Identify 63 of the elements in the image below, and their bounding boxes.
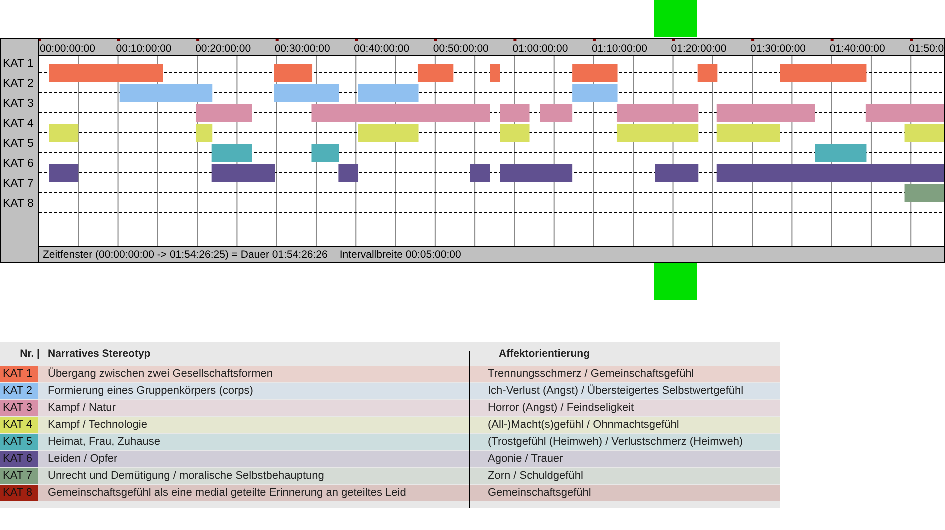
table-cell-text: Kampf / Technologie [47, 419, 148, 431]
table-cell-text: Formierung eines Gruppenkörpers (corps) [47, 385, 254, 397]
tick-label: 01:00:00:00 [512, 43, 568, 55]
table-cell-text: Leiden / Opfer [47, 453, 119, 465]
table-cell-text: Gemeinschaftsgefühl als eine medial geteilte Erinnerung an geteiltes Leid [47, 487, 408, 499]
row-label: KAT 4 [2, 117, 35, 132]
tick-label: 00:20:00:00 [196, 43, 252, 55]
table-cell-text: Unrecht und Demütigung / moralische Selbstbehauptung [47, 470, 326, 482]
row-label: KAT 1 [2, 57, 35, 72]
tick-label: 00:10:00:00 [116, 43, 172, 55]
category-chip: KAT 8 [0, 485, 38, 501]
row-label: KAT 7 [2, 177, 35, 192]
tick-mark [117, 39, 120, 41]
row-label: KAT 6 [2, 157, 35, 172]
tick-label: 00:00:00:00 [40, 43, 96, 55]
row-label: KAT 5 [2, 137, 35, 152]
category-chip: KAT 5 [0, 434, 38, 450]
category-chip: KAT 1 [0, 366, 38, 382]
status-text: Zeitfenster (00:00:00:00 -> 01:54:26:25) = Dauer 01:54:26:26 [43, 249, 328, 261]
table-cell-text: Kampf / Natur [47, 402, 117, 414]
tick-mark [910, 39, 914, 41]
category-chip: KAT 7 [0, 468, 38, 484]
table-cell-text: Heimat, Frau, Zuhause [47, 436, 162, 448]
tick-mark [752, 39, 755, 41]
table-cell-text: Übergang zwischen zwei Gesellschaftsformen [47, 368, 274, 380]
tick-mark [672, 39, 676, 41]
tick-label: 00:40:00:00 [354, 43, 410, 55]
tick-label: 01:10:00:00 [592, 43, 648, 55]
category-chip: KAT 2 [0, 383, 38, 399]
table-cell-text: (All-)Macht(s)gefühl / Ohnmachtsgefühl [487, 419, 680, 431]
column-header: Affektorientierung [498, 348, 590, 360]
tick-label: 01:20:00:00 [671, 43, 727, 55]
tick-mark [196, 39, 200, 41]
table-cell-text: Ich-Verlust (Angst) / Übersteigertes Selbstwertgefühl [487, 385, 744, 397]
position-marker [654, 0, 697, 37]
tick-mark [434, 39, 438, 41]
tick-label: 01:30:00:00 [750, 43, 806, 55]
tick-label: 00:50:00:00 [433, 43, 489, 55]
table-cell-text: (Trostgefühl (Heimweh) / Verlustschmerz (Heimweh) [487, 436, 744, 448]
row-label: KAT 2 [2, 77, 35, 92]
table-cell-text: Agonie / Trauer [487, 453, 564, 465]
tick-mark [355, 39, 358, 41]
tick-mark [514, 39, 517, 41]
row-label: KAT 3 [2, 97, 35, 112]
tick-label: 01:40:00:00 [830, 43, 886, 55]
row-label: KAT 8 [2, 197, 35, 212]
tick-mark [830, 39, 834, 41]
table-cell-text: Gemeinschaftsgefühl [487, 487, 592, 499]
tick-label: 00:30:00:00 [274, 43, 330, 55]
column-header: Nr. | [19, 348, 40, 360]
tick-mark [39, 39, 41, 41]
tick-mark [276, 39, 279, 41]
status-text: Intervallbreite 00:05:00:00 [340, 249, 462, 261]
tick-mark [592, 39, 596, 41]
tick-label: 01:50:0 [909, 43, 944, 55]
category-chip: KAT 4 [0, 417, 38, 433]
table-cell-text: Zorn / Schuldgefühl [487, 470, 584, 482]
category-chip: KAT 3 [0, 400, 38, 416]
column-header: Narratives Stereotyp [47, 348, 152, 360]
table-cell-text: Horror (Angst) / Feindseligkeit [487, 402, 634, 414]
position-marker [654, 263, 697, 300]
table-cell-text: Trennungsschmerz / Gemeinschaftsgefühl [487, 368, 694, 380]
category-chip: KAT 6 [0, 451, 38, 467]
